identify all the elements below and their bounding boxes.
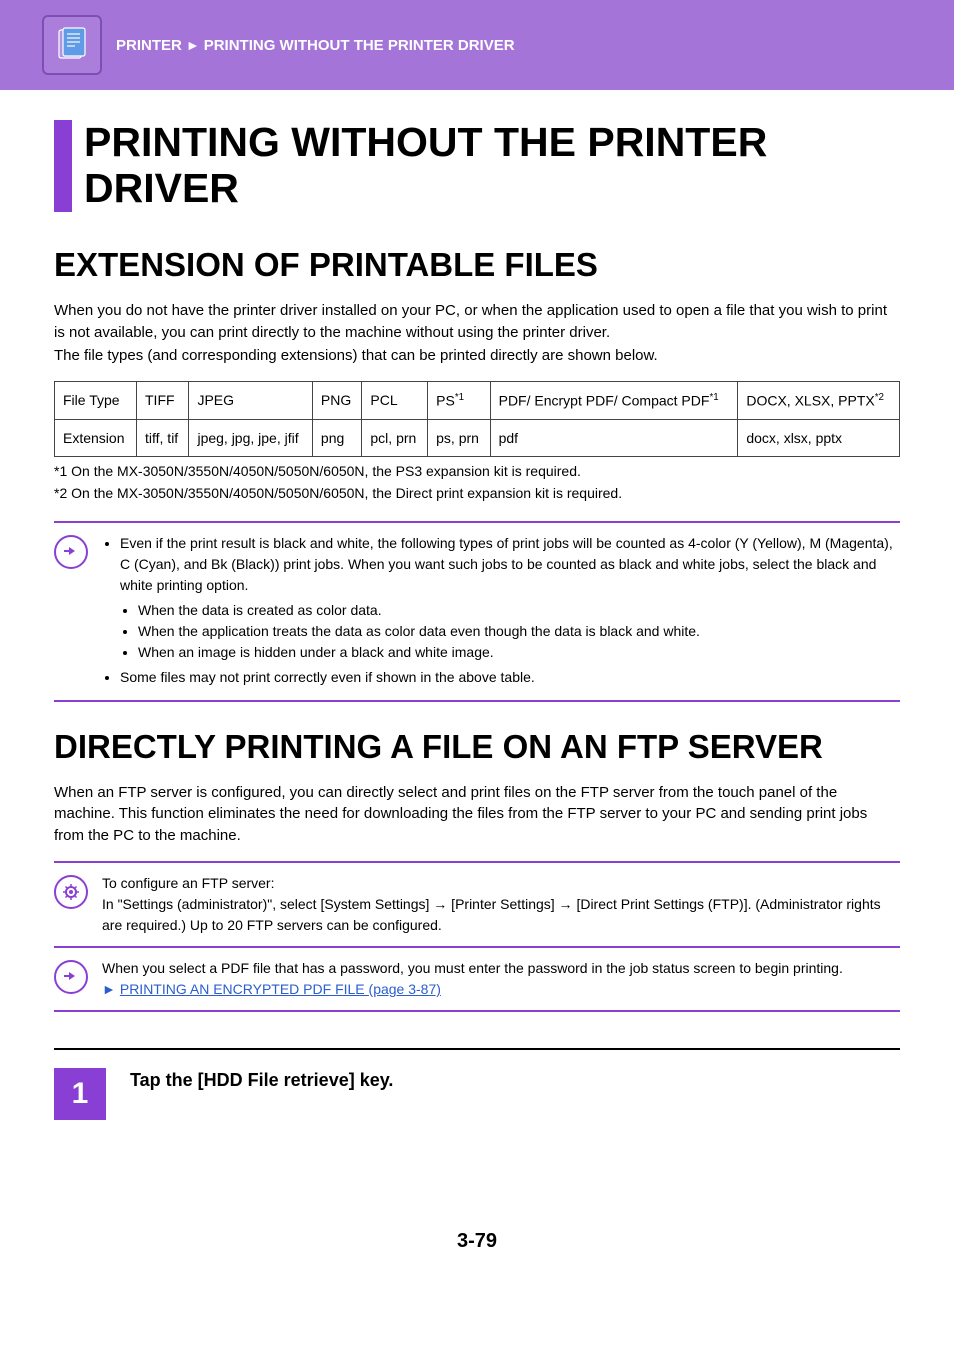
section-heading-extensions: EXTENSION OF PRINTABLE FILES <box>54 246 900 284</box>
table-cell: pcl, prn <box>362 419 428 456</box>
table-cell: PDF/ Encrypt PDF/ Compact PDF*1 <box>490 382 738 420</box>
gear-hand-icon <box>54 875 88 909</box>
table-cell: JPEG <box>189 382 312 420</box>
table-cell: ps, prn <box>428 419 490 456</box>
chevron-right-icon: ► <box>186 37 200 53</box>
table-cell: PS*1 <box>428 382 490 420</box>
password-note-box: When you select a PDF file that has a pa… <box>54 948 900 1012</box>
note-text: When you select a PDF file that has a pa… <box>102 958 843 979</box>
link-arrow-icon: ► <box>102 981 116 997</box>
info-bullet: Even if the print result is black and wh… <box>120 533 900 596</box>
page-content: PRINTING WITHOUT THE PRINTER DRIVER EXTE… <box>0 90 954 1283</box>
table-row: Extension tiff, tif jpeg, jpg, jpe, jfif… <box>55 419 900 456</box>
step-number-badge: 1 <box>54 1068 106 1120</box>
table-cell: tiff, tif <box>137 419 189 456</box>
admin-line-2: In "Settings (administrator)", select [S… <box>102 894 900 936</box>
table-cell: pdf <box>490 419 738 456</box>
info-sub-bullet: When the data is created as color data. <box>138 600 900 621</box>
section-heading-ftp: DIRECTLY PRINTING A FILE ON AN FTP SERVE… <box>54 728 900 766</box>
file-type-table: File Type TIFF JPEG PNG PCL PS*1 PDF/ En… <box>54 381 900 457</box>
breadcrumb: PRINTER ► PRINTING WITHOUT THE PRINTER D… <box>116 37 515 54</box>
table-cell: Extension <box>55 419 137 456</box>
table-cell: png <box>312 419 361 456</box>
table-cell: PNG <box>312 382 361 420</box>
step-instruction: Tap the [HDD File retrieve] key. <box>130 1068 393 1091</box>
table-cell: jpeg, jpg, jpe, jfif <box>189 419 312 456</box>
page-title: PRINTING WITHOUT THE PRINTER DRIVER <box>84 120 900 212</box>
table-cell: TIFF <box>137 382 189 420</box>
info-bullet: Some files may not print correctly even … <box>120 667 900 688</box>
table-cell: File Type <box>55 382 137 420</box>
info-sub-bullet: When the application treats the data as … <box>138 621 900 642</box>
page-title-block: PRINTING WITHOUT THE PRINTER DRIVER <box>54 120 900 212</box>
breadcrumb-root[interactable]: PRINTER <box>116 37 182 54</box>
footnote-1: *1 On the MX-3050N/3550N/4050N/5050N/605… <box>54 463 900 479</box>
info-sub-bullet: When an image is hidden under a black an… <box>138 642 900 663</box>
breadcrumb-leaf[interactable]: PRINTING WITHOUT THE PRINTER DRIVER <box>204 37 515 54</box>
printer-icon <box>42 15 102 75</box>
ftp-para: When an FTP server is configured, you ca… <box>54 782 900 847</box>
table-cell: docx, xlsx, pptx <box>738 419 900 456</box>
table-row: File Type TIFF JPEG PNG PCL PS*1 PDF/ En… <box>55 382 900 420</box>
footnote-2: *2 On the MX-3050N/3550N/4050N/5050N/605… <box>54 485 900 501</box>
page-number: 3-79 <box>54 1230 900 1283</box>
step-1: 1 Tap the [HDD File retrieve] key. <box>54 1048 900 1120</box>
admin-line-1: To configure an FTP server: <box>102 873 900 894</box>
intro-para-1: When you do not have the printer driver … <box>54 300 900 344</box>
page-header: PRINTER ► PRINTING WITHOUT THE PRINTER D… <box>0 0 954 90</box>
table-cell: PCL <box>362 382 428 420</box>
info-box: Even if the print result is black and wh… <box>54 521 900 702</box>
table-cell: DOCX, XLSX, PPTX*2 <box>738 382 900 420</box>
encrypted-pdf-link[interactable]: PRINTING AN ENCRYPTED PDF FILE (page 3-8… <box>120 981 441 997</box>
hand-pointer-icon <box>54 960 88 994</box>
intro-para-2: The file types (and corresponding extens… <box>54 345 900 367</box>
hand-pointer-icon <box>54 535 88 569</box>
admin-config-box: To configure an FTP server: In "Settings… <box>54 861 900 948</box>
